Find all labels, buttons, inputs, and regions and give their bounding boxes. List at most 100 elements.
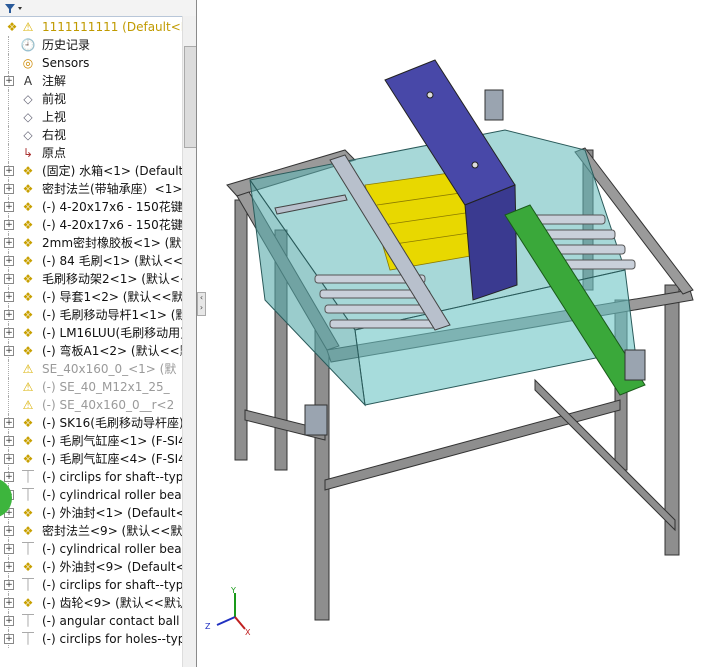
tree-line bbox=[8, 396, 9, 414]
warning-icon: ⚠ bbox=[22, 380, 34, 394]
tree-item-label: (-) 毛刷移动导杆1<1> (默认 bbox=[42, 308, 197, 322]
tree-item[interactable]: 🕘 历史记录 bbox=[0, 36, 182, 54]
tree-item[interactable]: ↳ 原点 bbox=[0, 144, 182, 162]
tree-item[interactable]: + ⏉ (-) angular contact ball b bbox=[0, 612, 191, 630]
tree-item-label: 注解 bbox=[42, 74, 67, 88]
tree-item[interactable]: + ❖ (-) 导套1<2> (默认<<默认 bbox=[0, 288, 196, 306]
tree-item[interactable]: + ❖ 2mm密封橡胶板<1> (默认 bbox=[0, 234, 193, 252]
tree-item[interactable]: +⏉(-) cylindrical roller bear bbox=[0, 486, 187, 504]
part-icon: ❖ bbox=[22, 200, 34, 214]
triad-z-label: Z bbox=[205, 622, 211, 631]
expand-toggle[interactable]: + bbox=[4, 274, 14, 284]
expand-toggle[interactable]: + bbox=[4, 166, 14, 176]
warning-icon: ⚠ bbox=[22, 362, 34, 376]
warning-icon: ⚠ bbox=[22, 398, 34, 412]
origin-icon: ↳ bbox=[22, 146, 34, 160]
tree-item[interactable]: + ⏉ (-) circlips for shaft--typ bbox=[0, 576, 183, 594]
tree-item[interactable]: + ❖ (固定) 水箱<1> (Default< bbox=[0, 162, 193, 180]
part-icon: ❖ bbox=[22, 326, 34, 340]
scrollbar-thumb[interactable] bbox=[184, 46, 196, 148]
part-icon: ❖ bbox=[22, 182, 34, 196]
part-icon: ❖ bbox=[22, 254, 34, 268]
tree-item-label: (-) SK16(毛刷移动导杆座) bbox=[42, 416, 184, 430]
filter-icon[interactable] bbox=[2, 1, 26, 15]
expand-toggle[interactable]: + bbox=[4, 580, 14, 590]
tree-root-assembly[interactable]: ❖ ⚠ 1111111111 (Default<D bbox=[0, 18, 190, 36]
tree-scrollbar[interactable] bbox=[182, 16, 196, 667]
expand-toggle[interactable]: + bbox=[4, 184, 14, 194]
expand-toggle[interactable]: + bbox=[4, 202, 14, 212]
tree-item[interactable]: ⚠ (-) SE_40x160_0__r<2 bbox=[0, 396, 182, 414]
coordinate-triad: Y Z X bbox=[205, 585, 255, 637]
tree-item[interactable]: ◇ 前视 bbox=[0, 90, 182, 108]
root-label: 1111111111 (Default<D bbox=[42, 20, 190, 34]
expand-toggle[interactable]: + bbox=[4, 292, 14, 302]
tree-item-label: (-) 导套1<2> (默认<<默认 bbox=[42, 290, 196, 304]
tree-item[interactable]: + ⏉ (-) circlips for shaft--typ bbox=[0, 468, 183, 486]
expand-toggle[interactable]: + bbox=[4, 562, 14, 572]
expand-toggle[interactable]: + bbox=[4, 220, 14, 230]
tree-toolbar bbox=[0, 0, 196, 17]
tree-item[interactable]: + ❖ 密封法兰<9> (默认<<默认 bbox=[0, 522, 194, 540]
tree-item[interactable]: + ⏉ (-) circlips for holes--typ bbox=[0, 630, 186, 648]
tree-item-label: (-) 毛刷气缸座<4> (F-SI4 bbox=[42, 452, 186, 466]
expand-toggle[interactable]: + bbox=[4, 346, 14, 356]
tree-item[interactable]: + ❖ (-) SK16(毛刷移动导杆座) bbox=[0, 414, 184, 432]
tree-item[interactable]: + ❖ (-) 弯板A1<2> (默认<<默 bbox=[0, 342, 192, 360]
tree-item[interactable]: + A 注解 bbox=[0, 72, 182, 90]
part-icon: ❖ bbox=[22, 506, 34, 520]
3d-model-viewport[interactable] bbox=[205, 0, 709, 667]
tree-item-label: (-) circlips for holes--typ bbox=[42, 632, 186, 646]
tree-item[interactable]: + ❖ (-) 外油封<1> (Default< bbox=[0, 504, 186, 522]
tree-item[interactable]: + ❖ (-) 毛刷气缸座<4> (F-SI4 bbox=[0, 450, 186, 468]
tree-item[interactable]: +⏉(-) cylindrical roller bear bbox=[0, 540, 187, 558]
plane-icon: ◇ bbox=[23, 110, 33, 124]
expand-toggle[interactable]: + bbox=[4, 472, 14, 482]
tree-item[interactable]: + ❖ (-) LM16LUU(毛刷移动用) bbox=[0, 324, 185, 342]
expand-toggle[interactable]: + bbox=[4, 436, 14, 446]
tree-item-label: (-) 齿轮<9> (默认<<默认 bbox=[42, 596, 188, 610]
tree-item[interactable]: + ❖ (-) 外油封<9> (Default< bbox=[0, 558, 186, 576]
tree-item-label: SE_40x160_0_<1> (默 bbox=[42, 362, 177, 376]
expand-toggle[interactable]: + bbox=[4, 328, 14, 338]
tree-item[interactable]: + ❖ (-) 4-20x17x6 - 150花键轴 bbox=[0, 198, 195, 216]
tree-line bbox=[8, 144, 9, 162]
expand-toggle[interactable]: + bbox=[4, 256, 14, 266]
tree-item[interactable]: + ❖ (-) 齿轮<9> (默认<<默认 bbox=[0, 594, 188, 612]
tree-item[interactable]: + ❖ (-) 84 毛刷<1> (默认<<默 bbox=[0, 252, 195, 270]
tree-line bbox=[8, 360, 9, 378]
triad-y-label: Y bbox=[230, 586, 236, 595]
tree-item[interactable]: + ❖ 密封法兰(带轴承座）<1> bbox=[0, 180, 182, 198]
expand-toggle[interactable]: + bbox=[4, 454, 14, 464]
tree-item-label: 原点 bbox=[42, 146, 67, 160]
part-icon: ❖ bbox=[22, 452, 34, 466]
expand-toggle[interactable]: + bbox=[4, 76, 14, 86]
tree-line bbox=[8, 90, 9, 108]
expand-toggle[interactable]: + bbox=[4, 418, 14, 428]
tree-item-label: (固定) 水箱<1> (Default< bbox=[42, 164, 194, 178]
expand-toggle[interactable]: + bbox=[4, 526, 14, 536]
tree-item[interactable]: + ❖ 毛刷移动架2<1> (默认<<默 bbox=[0, 270, 196, 288]
tree-item[interactable]: ◎ Sensors bbox=[0, 54, 182, 72]
expand-toggle[interactable]: + bbox=[4, 598, 14, 608]
tree-item[interactable]: ◇ 上视 bbox=[0, 108, 182, 126]
expand-toggle[interactable]: + bbox=[4, 616, 14, 626]
tree-item[interactable]: + ❖ (-) 毛刷气缸座<1> (F-SI4 bbox=[0, 432, 186, 450]
tree-item[interactable]: ◇ 右视 bbox=[0, 126, 182, 144]
tree-item[interactable]: ⚠ (-) SE_40_M12x1_25_ bbox=[0, 378, 182, 396]
tree-item[interactable]: + ❖ (-) 毛刷移动导杆1<1> (默认 bbox=[0, 306, 196, 324]
history-icon: 🕘 bbox=[20, 38, 36, 52]
part-icon: ❖ bbox=[22, 560, 34, 574]
tree-item-label: 2mm密封橡胶板<1> (默认 bbox=[42, 236, 194, 250]
tree-item[interactable]: ⚠ SE_40x160_0_<1> (默 bbox=[0, 360, 182, 378]
bolt-icon: ⏉ bbox=[21, 578, 34, 592]
expand-toggle[interactable]: + bbox=[4, 634, 14, 644]
expand-toggle[interactable]: + bbox=[4, 544, 14, 554]
bolt-icon: ⏉ bbox=[21, 488, 34, 502]
tree-item[interactable]: + ❖ (-) 4-20x17x6 - 150花键 bbox=[0, 216, 183, 234]
tree-item-label: Sensors bbox=[42, 56, 90, 70]
expand-toggle[interactable]: + bbox=[4, 310, 14, 320]
expand-toggle[interactable]: + bbox=[4, 238, 14, 248]
part-icon: ❖ bbox=[22, 416, 34, 430]
tree-item-label: (-) 弯板A1<2> (默认<<默 bbox=[42, 344, 192, 358]
